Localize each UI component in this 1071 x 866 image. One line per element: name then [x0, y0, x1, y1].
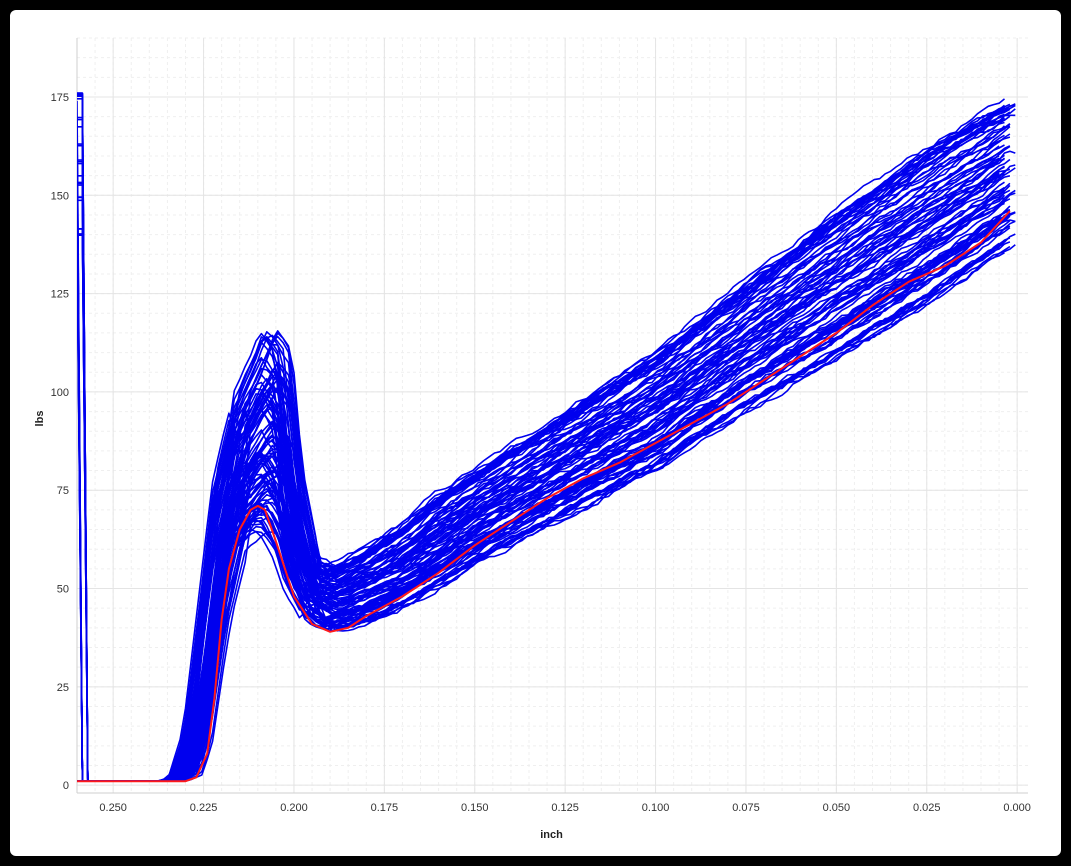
x-tick-label: 0.025 [913, 802, 941, 814]
x-tick-label: 0.050 [823, 802, 851, 814]
x-tick-label: 0.000 [1003, 802, 1031, 814]
y-tick-label: 0 [63, 780, 69, 792]
x-tick-label: 0.075 [732, 802, 760, 814]
line-chart: 0.250 0.225 0.200 0.175 0.150 0.125 0.100 0.075… [34, 37, 1031, 841]
x-tick-label: 0.150 [461, 802, 489, 814]
chart-panel: 0.250 0.225 0.200 0.175 0.150 0.125 0.100 0.075… [10, 10, 1061, 856]
y-tick-label: 125 [51, 289, 69, 301]
y-tick-label: 175 [51, 92, 69, 104]
y-tick-label: 150 [51, 190, 69, 202]
x-tick-label: 0.100 [642, 802, 670, 814]
x-tick-label: 0.175 [371, 802, 399, 814]
y-tick-label: 25 [57, 682, 69, 694]
x-tick-label: 0.125 [551, 802, 579, 814]
x-tick-label: 0.250 [99, 802, 127, 814]
x-tick-label: 0.200 [280, 802, 308, 814]
y-tick-label: 50 [57, 584, 69, 596]
x-axis-title: inch [540, 829, 563, 841]
y-tick-label: 100 [51, 387, 69, 399]
x-tick-label: 0.225 [190, 802, 218, 814]
y-tick-label: 75 [57, 485, 69, 497]
y-axis-title: lbs [34, 411, 46, 427]
